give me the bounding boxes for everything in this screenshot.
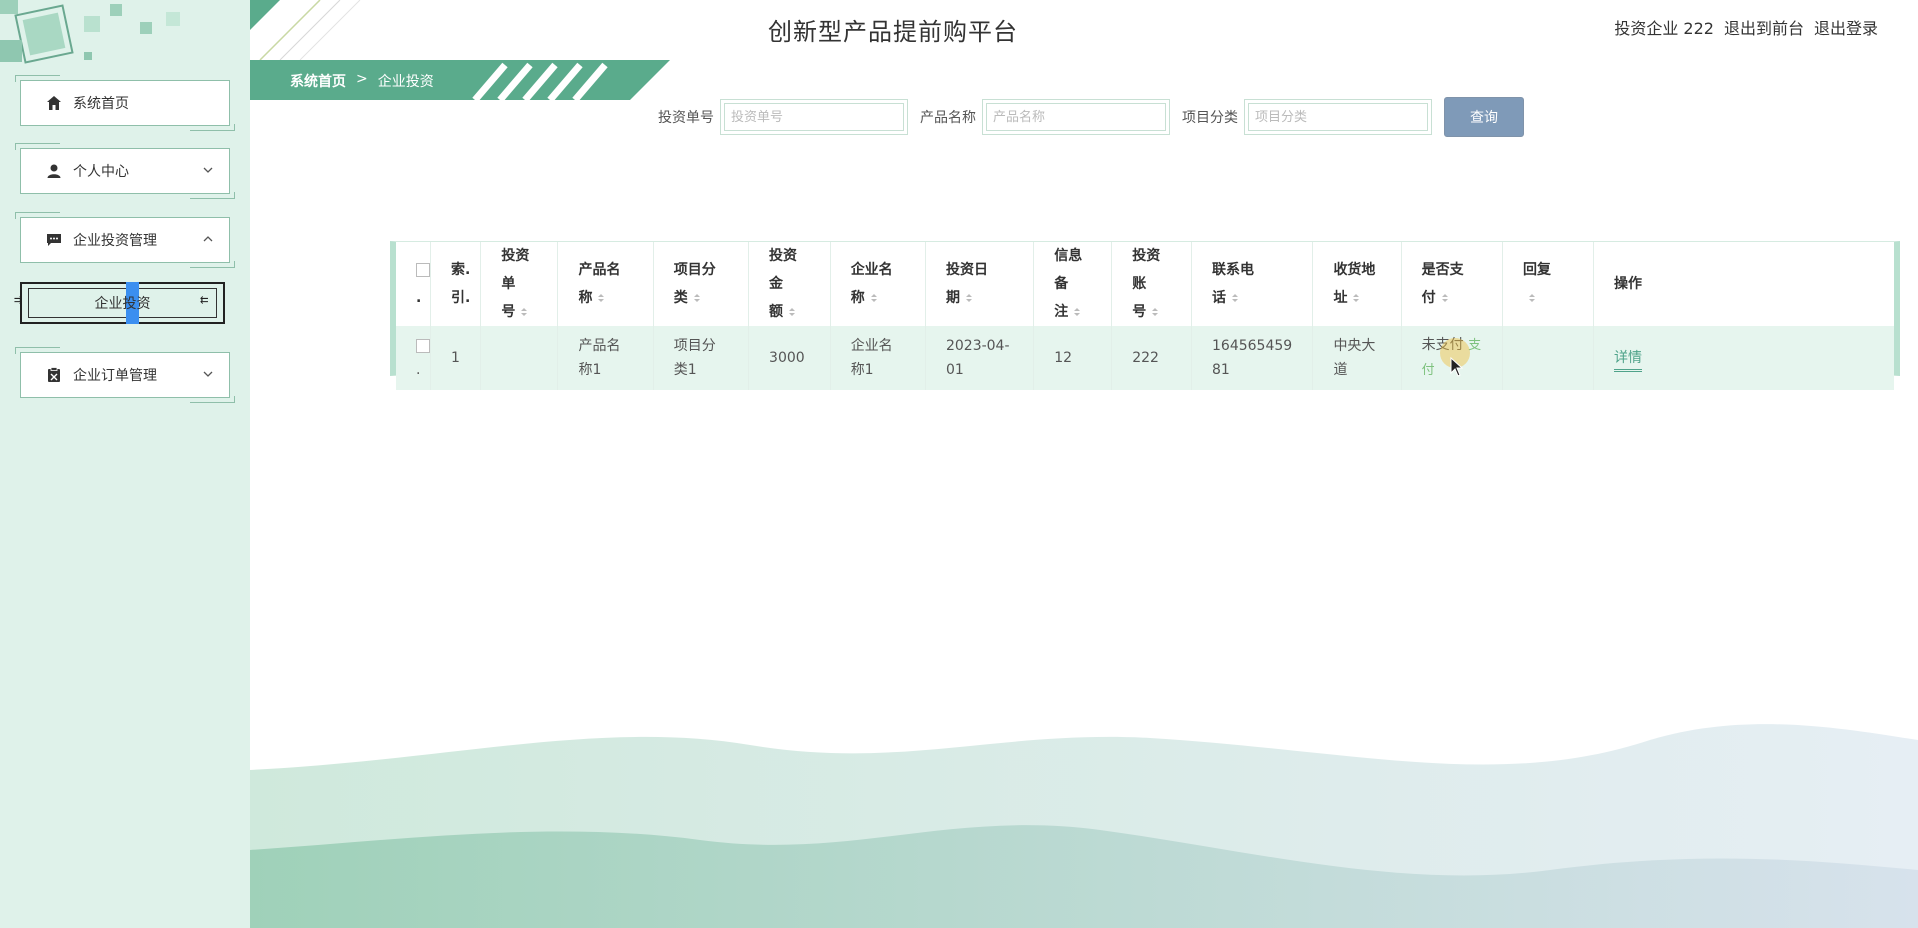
col-header-actions: 操作 (1614, 276, 1642, 292)
cell-account: 222 (1111, 326, 1192, 390)
search-label-product-name: 产品名称 (920, 110, 976, 126)
sort-icon (1529, 294, 1535, 302)
search-label-order-no: 投资单号 (658, 110, 714, 126)
chevron-down-icon (203, 371, 213, 377)
search-label-category: 项目分类 (1182, 110, 1238, 126)
cell-index: 1 (430, 326, 482, 390)
sidebar-item-personal-center[interactable]: 个人中心 (15, 143, 235, 199)
user-icon (45, 162, 63, 180)
search-input-product-name[interactable] (982, 99, 1170, 135)
sidebar-item-label: 企业订单管理 (73, 368, 157, 384)
col-header-company[interactable]: 企业名 称 (830, 242, 926, 326)
breadcrumb-home[interactable]: 系统首页 (290, 71, 346, 91)
sidebar-subitem-label: 企业投资 (94, 296, 151, 312)
drag-handle-right-icon: ⇇ (200, 292, 209, 308)
col-header-account[interactable]: 投资账 号 (1111, 242, 1192, 326)
search-input-category[interactable] (1244, 99, 1432, 135)
col-header-label: 回复 (1523, 262, 1551, 278)
sidebar-item-label: 企业投资管理 (73, 233, 157, 249)
search-input-order-no[interactable] (720, 99, 908, 135)
page-title: 创新型产品提前购平台 (768, 18, 1018, 46)
decorative-corner-lines (250, 0, 361, 60)
cell-note: 12 (1033, 326, 1113, 390)
col-header-index: 索. 引. (430, 242, 482, 326)
cell-address: 中央大道 (1312, 326, 1402, 390)
sidebar-item-investment-management[interactable]: 企业投资管理 (15, 212, 235, 268)
header-user-area: 投资企业 222 退出到前台 退出登录 (1614, 15, 1878, 39)
cell-reply (1502, 326, 1594, 390)
sort-icon (789, 308, 796, 316)
col-header-order-no[interactable]: 投资单 号 (480, 242, 559, 326)
sort-icon (1441, 294, 1448, 302)
col-header-category[interactable]: 项目分 类 (653, 242, 750, 326)
sort-icon (1074, 308, 1081, 316)
row-checkbox[interactable] (416, 339, 430, 353)
chevron-up-icon (203, 236, 213, 242)
cell-category: 项目分类1 (653, 326, 750, 390)
sort-icon (1232, 294, 1238, 302)
cell-product: 产品名称1 (557, 326, 654, 390)
col-header-date[interactable]: 投资日 期 (925, 242, 1035, 326)
table-row: . 1 产品名称1 项目分类1 3000 企业名称1 2023-04-01 12… (396, 326, 1894, 390)
home-icon (45, 94, 63, 112)
cell-actions: 详情 (1593, 326, 1894, 390)
sidebar-item-home[interactable]: 系统首页 (15, 75, 235, 131)
cell-phone: 16456545981 (1191, 326, 1314, 390)
current-user: 投资企业 222 (1614, 19, 1714, 38)
sidebar-item-label: 个人中心 (73, 164, 129, 180)
sort-icon (598, 294, 605, 302)
row-select-cell: . (396, 326, 431, 390)
select-all-header: . (396, 242, 431, 326)
sort-icon (693, 294, 700, 302)
exit-to-front-link[interactable]: 退出到前台 (1724, 15, 1804, 39)
breadcrumb-separator: > (356, 71, 368, 87)
select-all-checkbox[interactable] (416, 263, 430, 277)
logout-link[interactable]: 退出登录 (1814, 15, 1878, 39)
mouse-cursor-icon (1450, 357, 1464, 377)
investment-table: . 索. 引. 投资单 号 产品名 称 项目分 类 投资金 额 企业名 称 投资… (390, 241, 1900, 390)
cell-amount: 3000 (748, 326, 831, 390)
sidebar-item-order-management[interactable]: 企业订单管理 (15, 347, 235, 403)
col-header-reply[interactable]: 回复 (1502, 242, 1594, 326)
sort-icon (521, 308, 528, 316)
breadcrumb: 系统首页 > 企业投资 (250, 60, 670, 100)
sort-icon (1353, 294, 1360, 302)
breadcrumb-current: 企业投资 (377, 74, 434, 90)
sort-icon (1152, 308, 1159, 316)
cell-date: 2023-04-01 (925, 326, 1035, 390)
decorative-waves (250, 724, 1918, 928)
sort-icon (870, 294, 877, 302)
col-header-note[interactable]: 信息备 注 (1033, 242, 1113, 326)
chevron-down-icon (203, 167, 213, 173)
table-header-row: . 索. 引. 投资单 号 产品名 称 项目分 类 投资金 额 企业名 称 投资… (396, 242, 1894, 326)
sort-icon (965, 294, 972, 302)
clipboard-icon (45, 366, 63, 384)
col-header-product[interactable]: 产品名 称 (557, 242, 654, 326)
search-button[interactable]: 查询 (1444, 97, 1524, 137)
col-header-amount[interactable]: 投资金 额 (748, 242, 831, 326)
search-bar: 投资单号 产品名称 项目分类 查询 (658, 97, 1524, 137)
col-header-paid[interactable]: 是否支 付 (1401, 242, 1504, 326)
message-icon (45, 231, 63, 249)
detail-button[interactable]: 详情 (1614, 350, 1642, 372)
cell-company: 企业名称1 (830, 326, 926, 390)
sidebar: 系统首页 个人中心 企业投资管理 ⇉ 企业投资 ⇇ 企业订单管理 (0, 0, 250, 928)
sidebar-subitem-enterprise-investment[interactable]: 企业投资 (20, 282, 225, 324)
col-header-phone[interactable]: 联系电 话 (1191, 242, 1314, 326)
cell-order-no (480, 326, 559, 390)
col-header-address[interactable]: 收货地 址 (1312, 242, 1402, 326)
sidebar-item-label: 系统首页 (73, 96, 129, 112)
